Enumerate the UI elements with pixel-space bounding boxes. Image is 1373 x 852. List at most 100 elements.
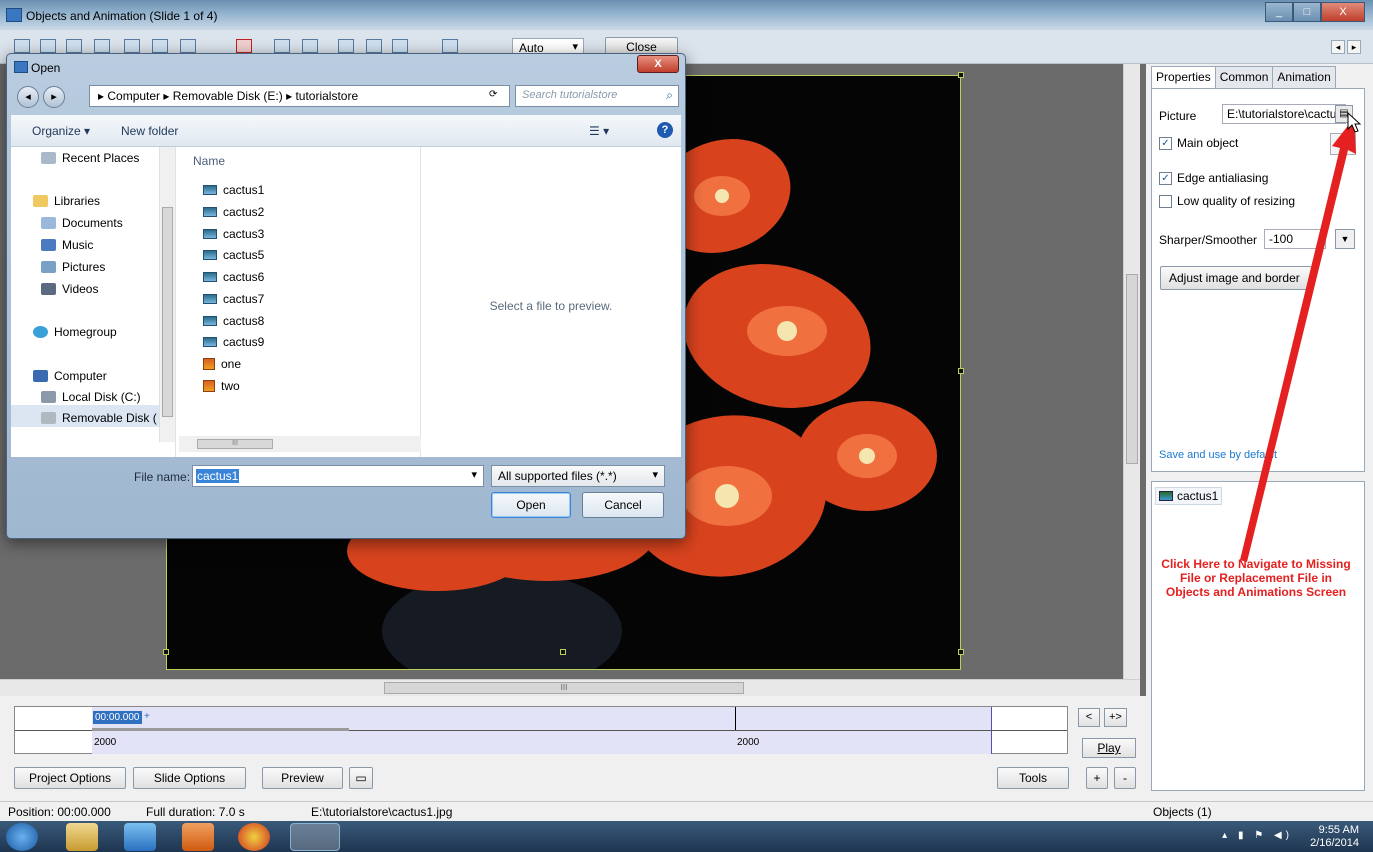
zoom-out-button[interactable]: - [1114,767,1136,789]
list-item[interactable]: cactus9 [203,335,264,349]
panel-prev-icon[interactable]: ◂ [1331,40,1345,54]
video-icon[interactable] [14,39,30,53]
search-input[interactable]: Search tutorialstore ⌕ [515,85,679,107]
list-item[interactable]: cactus1 [1155,487,1223,505]
dialog-close-button[interactable]: X [637,55,679,73]
rectangle-icon[interactable] [66,39,82,53]
tab-animation[interactable]: Animation [1272,66,1336,88]
resize-handle[interactable] [560,649,566,655]
redo-icon[interactable] [302,39,318,53]
button-icon[interactable] [94,39,110,53]
nav-label: Videos [62,282,99,296]
explorer-icon[interactable] [66,823,98,851]
nav-label: Local Disk (C:) [62,390,141,404]
search-icon[interactable]: ⌕ [666,88,673,103]
file-name-input[interactable]: cactus1 [192,465,484,487]
undo-icon[interactable] [274,39,290,53]
list-item[interactable]: one [203,357,241,371]
tab-common[interactable]: Common [1214,66,1274,88]
tools-button[interactable]: Tools [997,767,1069,789]
canvas-vertical-scrollbar[interactable] [1123,64,1140,679]
timeline-track[interactable] [92,707,992,730]
close-window-button[interactable]: X [1321,2,1365,22]
system-tray-icons[interactable]: ▴ ▮ ⚑ ◀) [1222,830,1293,841]
file-type-select[interactable]: All supported files (*.*) [491,465,665,487]
preview-button[interactable]: Preview [262,767,343,789]
internet-explorer-icon[interactable] [124,823,156,851]
timeline-marker[interactable] [735,707,736,730]
resize-handle[interactable] [958,72,964,78]
sidebar-item-videos[interactable]: Videos [41,282,98,296]
mask-icon[interactable] [40,39,56,53]
tab-properties[interactable]: Properties [1151,66,1216,90]
copy-icon[interactable] [338,39,354,53]
cancel-button[interactable]: Cancel [582,492,664,518]
slideshow-app-icon[interactable] [290,823,340,851]
main-object-checkbox[interactable]: ✓ Main object [1159,136,1238,150]
scroll-thumb[interactable]: III [384,682,744,694]
canvas-horizontal-scrollbar[interactable]: III [0,679,1140,696]
resize-handle[interactable] [163,649,169,655]
scroll-thumb[interactable] [162,207,173,417]
paste-icon[interactable] [392,39,408,53]
frame-icon[interactable] [152,39,168,53]
dialog-app-icon [14,61,28,73]
open-button[interactable]: Open [491,492,571,518]
nav-scrollbar[interactable] [159,147,175,442]
sidebar-item-documents[interactable]: Documents [41,216,123,230]
resize-handle[interactable] [958,649,964,655]
grid-icon[interactable] [442,39,458,53]
prev-keyframe-button[interactable]: < [1078,708,1100,727]
sidebar-item-removable-disk[interactable]: Removable Disk ( [41,411,157,425]
sidebar-item-libraries[interactable]: Libraries [33,194,100,208]
play-button[interactable]: Play [1082,738,1136,758]
chrome-icon[interactable] [238,823,270,851]
scroll-thumb[interactable]: III [197,439,273,449]
sidebar-item-homegroup[interactable]: Homegroup [33,325,117,339]
delete-icon[interactable] [236,39,252,53]
help-icon[interactable]: ? [657,122,673,138]
start-button-icon[interactable] [6,823,38,851]
list-item[interactable]: cactus3 [203,227,264,241]
list-item[interactable]: cactus8 [203,314,264,328]
media-player-icon[interactable] [182,823,214,851]
list-item[interactable]: cactus2 [203,205,264,219]
list-item[interactable]: cactus7 [203,292,264,306]
time-plus[interactable]: + [144,711,150,722]
sidebar-item-local-disk[interactable]: Local Disk (C:) [41,390,141,404]
sidebar-item-pictures[interactable]: Pictures [41,260,105,274]
list-item[interactable]: cactus1 [203,183,264,197]
new-folder-button[interactable]: New folder [121,124,178,138]
scroll-thumb[interactable] [1126,274,1138,464]
file-horizontal-scrollbar[interactable]: III [179,436,421,452]
view-options-icon[interactable]: ☰ ▾ [589,124,609,138]
sidebar-item-recent-places[interactable]: Recent Places [41,151,139,165]
screen-icon[interactable]: ▭ [349,767,373,789]
refresh-icon[interactable]: ⟳ [489,89,497,100]
clock[interactable]: 9:55 AM 2/16/2014 [1310,824,1359,850]
text-icon[interactable] [124,39,140,53]
list-item[interactable]: two [203,379,240,393]
resize-handle[interactable] [958,368,964,374]
time-position[interactable]: 00:00.000 [93,711,142,724]
minimize-button[interactable]: _ [1265,2,1293,22]
name-column-header[interactable]: Name [193,154,225,168]
timeline-track[interactable] [92,731,992,754]
forward-icon[interactable]: ▸ [43,86,65,108]
organize-button[interactable]: Organize ▾ [32,124,90,138]
back-icon[interactable]: ◂ [17,86,39,108]
sidebar-item-music[interactable]: Music [41,238,93,252]
maximize-button[interactable]: □ [1293,2,1321,22]
zoom-in-button[interactable]: + [1086,767,1108,789]
sidebar-item-computer[interactable]: Computer [33,369,107,383]
panel-next-icon[interactable]: ▸ [1347,40,1361,54]
add-keyframe-button[interactable]: +> [1104,708,1127,727]
list-item[interactable]: cactus5 [203,248,264,262]
image-icon[interactable] [180,39,196,53]
address-bar[interactable]: ▸ Computer ▸ Removable Disk (E:) ▸ tutor… [89,85,510,107]
project-options-button[interactable]: Project Options [14,767,126,789]
timeline[interactable]: 00:00.000 + 2000 2000 [14,706,1068,754]
list-item[interactable]: cactus6 [203,270,264,284]
cut-icon[interactable] [366,39,382,53]
slide-options-button[interactable]: Slide Options [133,767,246,789]
